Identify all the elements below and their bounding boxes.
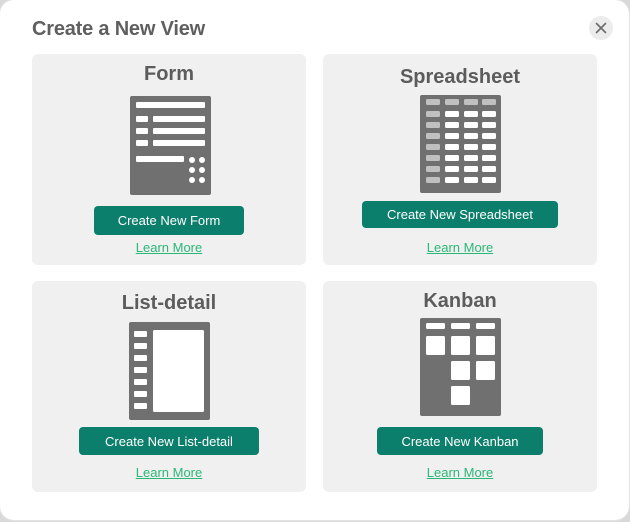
list-detail-card: List-detail Create New List-detail Learn… (32, 281, 306, 492)
kanban-learn-more-link[interactable]: Learn More (323, 465, 597, 480)
kanban-card: Kanban Create New Kanban Learn More (323, 281, 597, 492)
spreadsheet-card-title: Spreadsheet (399, 66, 521, 88)
create-form-button[interactable]: Create New Form (94, 206, 244, 235)
spreadsheet-learn-more-link[interactable]: Learn More (323, 240, 597, 255)
list-detail-learn-more-link[interactable]: Learn More (32, 465, 306, 480)
dialog-title: Create a New View (32, 18, 205, 40)
close-icon (595, 22, 607, 34)
spreadsheet-illustration-icon (420, 95, 501, 193)
create-view-dialog: Create a New View Form Create New Form L… (0, 0, 629, 520)
create-spreadsheet-button[interactable]: Create New Spreadsheet (362, 201, 558, 228)
kanban-card-title: Kanban (423, 290, 497, 312)
create-kanban-button[interactable]: Create New Kanban (377, 427, 543, 455)
form-card: Form Create New Form Learn More (32, 54, 306, 265)
spreadsheet-card: Spreadsheet Create New Spreadsheet Learn… (323, 54, 597, 265)
form-illustration-icon (130, 96, 211, 195)
form-card-title: Form (144, 63, 194, 85)
kanban-illustration-icon (420, 318, 501, 416)
form-learn-more-link[interactable]: Learn More (32, 240, 306, 255)
create-list-detail-button[interactable]: Create New List-detail (79, 427, 259, 455)
close-button[interactable] (589, 16, 613, 40)
list-detail-illustration-icon (129, 322, 210, 420)
list-detail-card-title: List-detail (121, 292, 217, 314)
